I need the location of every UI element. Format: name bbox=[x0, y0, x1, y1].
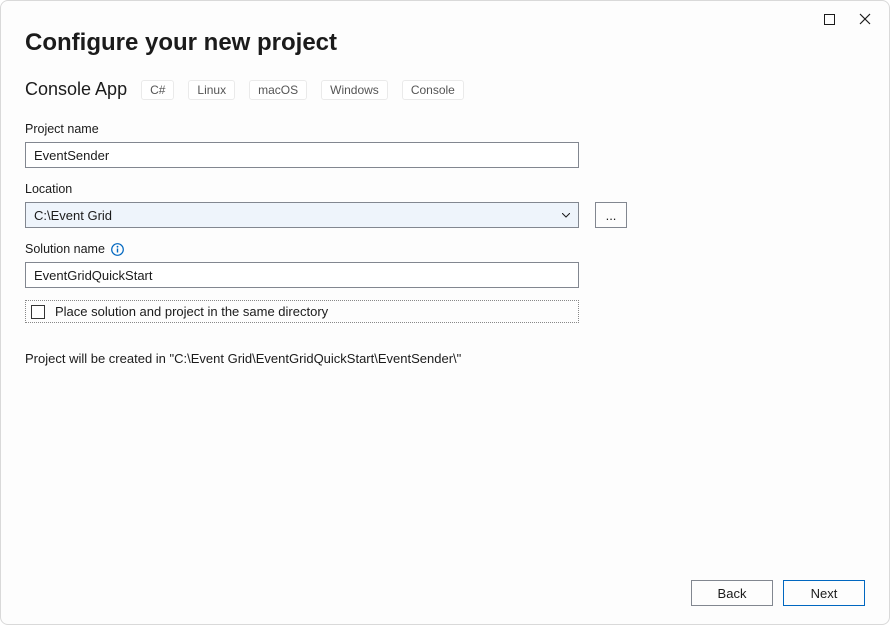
browse-button[interactable]: ... bbox=[595, 202, 627, 228]
solution-name-label-text: Solution name bbox=[25, 242, 105, 256]
solution-name-input[interactable] bbox=[25, 262, 579, 288]
project-path-preview: Project will be created in "C:\Event Gri… bbox=[25, 351, 865, 366]
info-icon[interactable] bbox=[111, 243, 124, 256]
project-name-label: Project name bbox=[25, 122, 865, 136]
solution-name-label: Solution name bbox=[25, 242, 865, 256]
project-name-input[interactable] bbox=[25, 142, 579, 168]
location-combobox[interactable]: C:\Event Grid bbox=[25, 202, 579, 228]
template-header-row: Console App C# Linux macOS Windows Conso… bbox=[25, 79, 865, 100]
chevron-down-icon bbox=[558, 213, 574, 218]
same-directory-checkbox[interactable] bbox=[31, 305, 45, 319]
maximize-button[interactable] bbox=[819, 9, 839, 29]
back-button[interactable]: Back bbox=[691, 580, 773, 606]
location-label: Location bbox=[25, 182, 865, 196]
next-button[interactable]: Next bbox=[783, 580, 865, 606]
tag-csharp: C# bbox=[141, 80, 174, 100]
footer-buttons: Back Next bbox=[691, 580, 865, 606]
template-name: Console App bbox=[25, 79, 127, 100]
location-value: C:\Event Grid bbox=[34, 208, 558, 223]
close-button[interactable] bbox=[855, 9, 875, 29]
window-titlebar bbox=[819, 1, 889, 31]
content-area: Configure your new project Console App C… bbox=[25, 29, 865, 560]
tag-console: Console bbox=[402, 80, 464, 100]
configure-project-window: Configure your new project Console App C… bbox=[0, 0, 890, 625]
tag-windows: Windows bbox=[321, 80, 388, 100]
tag-linux: Linux bbox=[188, 80, 235, 100]
tag-macos: macOS bbox=[249, 80, 307, 100]
same-directory-checkbox-row[interactable]: Place solution and project in the same d… bbox=[25, 300, 579, 323]
page-title: Configure your new project bbox=[25, 29, 865, 57]
same-directory-checkbox-label: Place solution and project in the same d… bbox=[55, 304, 328, 319]
